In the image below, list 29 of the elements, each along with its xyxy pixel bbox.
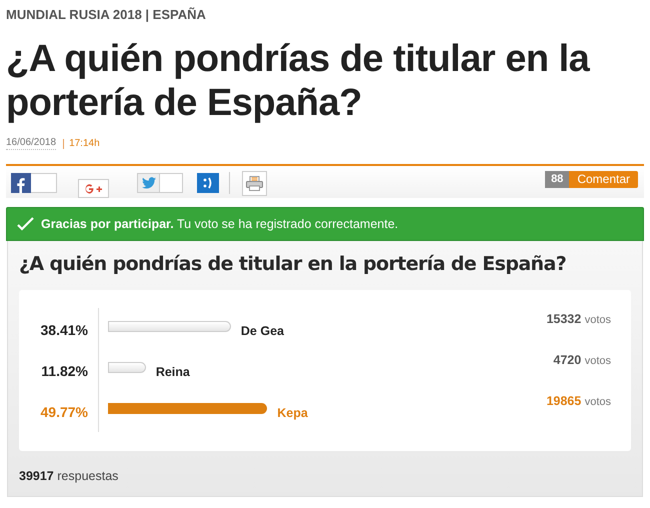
section-label: MUNDIAL RUSIA 2018 | ESPAÑA <box>6 6 206 23</box>
total-responses: 39917 respuestas <box>19 469 118 483</box>
comment-button[interactable]: Comentar <box>569 171 638 188</box>
option-name: Kepa <box>277 405 308 422</box>
option-percent: 38.41% <box>40 321 88 340</box>
google-plus-button[interactable] <box>78 179 109 198</box>
comment-count: 88 <box>545 171 570 188</box>
checkmark-icon <box>17 217 34 231</box>
result-bar <box>108 362 146 373</box>
poll-question: ¿A quién pondrías de titular en la portería de España? <box>19 252 566 276</box>
google-plus-icon <box>84 184 103 194</box>
option-name: Reina <box>156 364 190 381</box>
option-percent: 49.77% <box>40 403 88 422</box>
vote-count: 19865 votos <box>546 393 611 410</box>
printer-icon <box>246 176 263 191</box>
headline: ¿A quién pondrías de titular en la portería de España? <box>6 37 591 125</box>
print-button[interactable] <box>242 171 267 196</box>
success-message: Gracias por participar. Tu voto se ha registrado correctamente. <box>41 216 398 233</box>
facebook-icon <box>11 173 31 193</box>
time: 17:14h <box>69 138 100 150</box>
vote-count: 4720 votos <box>553 352 611 369</box>
option-name: De Gea <box>240 323 284 340</box>
option-percent: 11.82% <box>40 362 88 381</box>
twitter-icon <box>142 177 156 189</box>
facebook-button[interactable] <box>11 173 57 193</box>
twitter-button[interactable] <box>137 173 183 193</box>
date: 16/06/2018 <box>6 137 56 150</box>
separator-icon <box>61 138 64 148</box>
vote-count: 15332 votos <box>546 311 611 328</box>
